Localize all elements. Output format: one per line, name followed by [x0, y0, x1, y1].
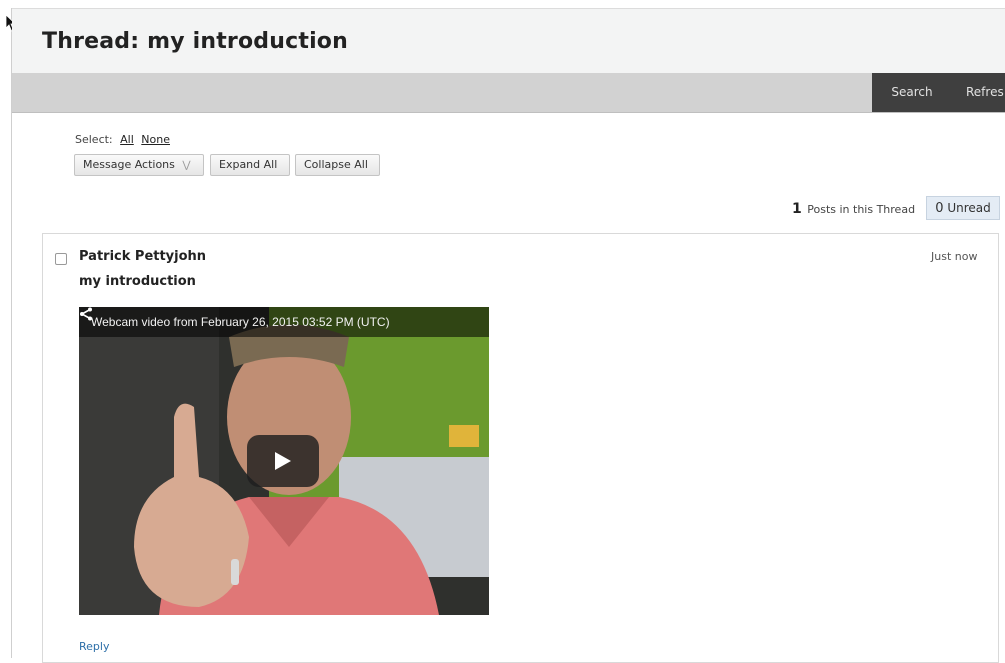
message-actions-label: Message Actions — [83, 158, 175, 171]
unread-label: Unread — [947, 201, 991, 215]
posts-count-number: 1 — [792, 201, 802, 217]
unread-count: 0 — [935, 201, 944, 216]
select-none-link[interactable]: None — [141, 133, 170, 146]
thread-toolbar: Search Refres — [12, 73, 1005, 113]
post-timestamp: Just now — [931, 250, 978, 263]
select-label: Select: — [75, 133, 113, 146]
reply-link[interactable]: Reply — [79, 640, 109, 653]
search-button[interactable]: Search — [872, 73, 952, 112]
play-button[interactable] — [247, 435, 319, 487]
video-title-bar: Webcam video from February 26, 2015 03:5… — [79, 307, 489, 337]
play-icon — [275, 452, 291, 470]
post-select-checkbox[interactable] — [55, 253, 67, 265]
thread-header: Thread: my introduction — [12, 8, 1005, 74]
post-card: Patrick Pettyjohn my introduction Just n… — [42, 233, 999, 663]
collapse-all-button[interactable]: Collapse All — [295, 154, 380, 176]
embedded-video[interactable]: Webcam video from February 26, 2015 03:5… — [79, 307, 489, 615]
select-all-link[interactable]: All — [120, 133, 134, 146]
expand-all-button[interactable]: Expand All — [210, 154, 290, 176]
video-title[interactable]: Webcam video from February 26, 2015 03:5… — [91, 315, 390, 329]
post-author: Patrick Pettyjohn — [79, 249, 207, 264]
post-subject: my introduction — [79, 274, 196, 289]
posts-count-label: Posts in this Thread — [807, 203, 916, 216]
share-icon[interactable] — [79, 307, 93, 321]
message-actions-button[interactable]: Message Actions ⋁ — [74, 154, 204, 176]
select-row: Select: All None — [75, 133, 170, 146]
page-title: Thread: my introduction — [42, 29, 348, 54]
posts-count: 1 Posts in this Thread — [792, 201, 915, 217]
refresh-button[interactable]: Refres — [952, 73, 1005, 112]
chevron-down-icon: ⋁ — [182, 160, 191, 171]
unread-filter-button[interactable]: 0 Unread — [926, 196, 1000, 220]
